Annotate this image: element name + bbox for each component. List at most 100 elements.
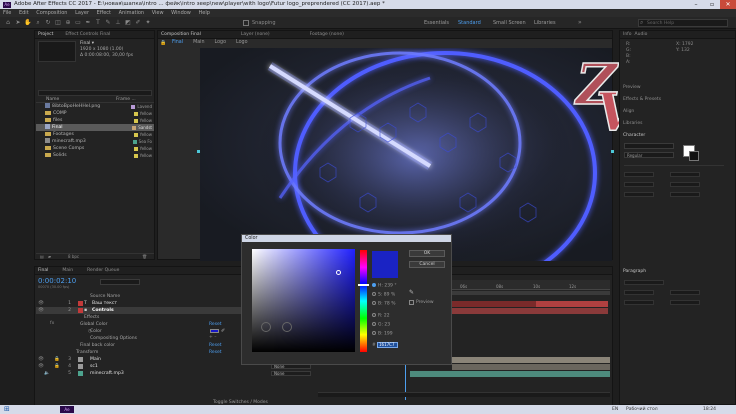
menu-effect[interactable]: Effect	[97, 10, 111, 16]
layer-label-color[interactable]	[78, 371, 83, 376]
workspace-essentials[interactable]: Essentials	[424, 19, 449, 27]
maximize-button[interactable]: ▫	[704, 0, 720, 9]
space-after-field[interactable]	[670, 300, 700, 305]
bpc-label[interactable]: 8 bpc	[68, 254, 79, 259]
hue-slider[interactable]	[360, 250, 367, 352]
red-value-row[interactable]: R: 22	[372, 313, 390, 319]
lock-icon[interactable]: 🔒	[160, 40, 166, 46]
tab-timeline-final[interactable]: Final	[35, 267, 48, 274]
stroke-color-swatch[interactable]	[689, 151, 699, 161]
tab-preview[interactable]: Preview	[620, 84, 641, 91]
composition-viewer[interactable]	[200, 48, 612, 295]
camera-tool-icon[interactable]: ◫	[54, 19, 62, 27]
stroke-type-dropdown[interactable]	[670, 192, 700, 197]
lock-icon[interactable]: 🔒	[54, 363, 60, 370]
project-item-selected[interactable]: Final Sandst	[36, 124, 154, 131]
tab-character[interactable]: Character	[620, 132, 645, 139]
hue-slider-handle[interactable]	[358, 284, 369, 286]
eyedropper-icon[interactable]: ✐	[221, 328, 225, 334]
layer-label-color[interactable]	[78, 364, 83, 369]
close-button[interactable]: ✕	[720, 0, 736, 9]
taskbar-desktop[interactable]: Рабочий стол	[626, 405, 658, 414]
zoom-tool-icon[interactable]: ⌕	[34, 19, 42, 27]
hand-tool-icon[interactable]: ✋	[24, 19, 32, 27]
fx-icon[interactable]: fx	[50, 321, 54, 326]
tab-project[interactable]: Project	[35, 31, 53, 38]
layer-name[interactable]: minecraft.mp3	[90, 370, 124, 377]
blue-value-row[interactable]: B: 199	[372, 331, 393, 337]
ok-button[interactable]: OK	[409, 250, 445, 257]
parent-dropdown[interactable]: None	[271, 371, 311, 376]
pen-tool-icon[interactable]: ✒	[84, 19, 92, 27]
taskbar-lang[interactable]: EN	[612, 405, 618, 414]
layer-label-color[interactable]	[78, 301, 83, 306]
visibility-eye-icon[interactable]: 👁	[38, 307, 44, 314]
workspace-small-screen[interactable]: Small Screen	[493, 19, 526, 27]
taskbar-after-effects[interactable]: Ae	[60, 406, 74, 413]
timeline-search-input[interactable]	[100, 279, 140, 285]
help-search-box[interactable]: Search Help	[638, 19, 728, 27]
lock-icon[interactable]: 🔒	[54, 356, 60, 363]
timeline-zoom-slider[interactable]	[318, 392, 610, 397]
rectangle-tool-icon[interactable]: ▭	[74, 19, 82, 27]
project-item[interactable]: files Yellow	[36, 117, 154, 124]
tab-effects-presets[interactable]: Effects & Presets	[620, 96, 661, 103]
add-mask-icon[interactable]: + –	[209, 335, 216, 340]
interpret-footage-icon[interactable]: ▤	[40, 254, 44, 259]
home-icon[interactable]: ⌂	[4, 19, 12, 27]
color-history-swatch[interactable]	[282, 322, 292, 332]
workspace-menu-chevron-icon[interactable]: »	[578, 19, 586, 27]
stroke-width-field[interactable]	[624, 192, 654, 197]
blue-radio[interactable]	[372, 331, 376, 335]
pan-behind-tool-icon[interactable]: ⊕	[64, 19, 72, 27]
brightness-value-row[interactable]: B: 78 %	[372, 301, 395, 307]
brightness-radio[interactable]	[372, 301, 376, 305]
start-button[interactable]: ⊞	[4, 405, 10, 414]
puppet-tool-icon[interactable]: ✦	[144, 19, 152, 27]
indent-right-field[interactable]	[670, 290, 700, 295]
breadcrumb-logo-2[interactable]: Logo	[236, 39, 248, 47]
green-value-row[interactable]: G: 23	[372, 322, 390, 328]
type-tool-icon[interactable]: T	[94, 19, 102, 27]
menu-window[interactable]: Window	[171, 10, 191, 16]
project-item[interactable]: Scene Comps Yellow	[36, 145, 154, 152]
global-color-reset[interactable]: Reset	[209, 321, 222, 328]
menu-animation[interactable]: Animation	[119, 10, 145, 16]
menu-edit[interactable]: Edit	[19, 10, 29, 16]
eraser-tool-icon[interactable]: ◩	[124, 19, 132, 27]
layer-bar-audio[interactable]	[410, 371, 610, 377]
tab-composition[interactable]: Composition Final	[158, 31, 201, 38]
stopwatch-icon[interactable]: ◷	[88, 329, 92, 334]
project-item[interactable]: minecraft.mp3 Sea Fo	[36, 138, 154, 145]
space-before-field[interactable]	[624, 300, 654, 305]
comp-name[interactable]: Final ▾	[80, 41, 94, 46]
kerning-field[interactable]	[624, 182, 654, 187]
hue-radio[interactable]	[372, 283, 376, 287]
layer-bar-text[interactable]	[452, 301, 536, 307]
leading-field[interactable]	[670, 172, 700, 177]
workspace-libraries[interactable]: Libraries	[534, 19, 556, 27]
visibility-eye-icon[interactable]: 👁	[38, 300, 44, 307]
tab-layer[interactable]: Layer (none)	[201, 31, 270, 38]
layer-name[interactable]: Ваш текст	[92, 300, 117, 307]
audio-speaker-icon[interactable]: 🔈	[44, 370, 50, 377]
visibility-eye-icon[interactable]: 👁	[38, 356, 44, 363]
comp-edge-handle-left[interactable]	[197, 150, 200, 153]
clone-stamp-tool-icon[interactable]: ⊥	[114, 19, 122, 27]
final-back-color-reset[interactable]: Reset	[209, 342, 222, 349]
tab-effect-controls[interactable]: Effect Controls Final	[53, 31, 110, 38]
hex-input[interactable]: 1617C7	[377, 342, 398, 348]
breadcrumb-main[interactable]: Main	[193, 39, 204, 47]
rotate-tool-icon[interactable]: ↻	[44, 19, 52, 27]
menu-file[interactable]: File	[3, 10, 11, 16]
menu-view[interactable]: View	[152, 10, 164, 16]
tab-paragraph[interactable]: Paragraph	[620, 268, 646, 275]
col-name[interactable]: Name	[46, 97, 59, 102]
transform-reset[interactable]: Reset	[209, 349, 222, 356]
indent-left-field[interactable]	[624, 290, 654, 295]
color-history-swatch[interactable]	[261, 322, 271, 332]
minimize-button[interactable]: –	[688, 0, 704, 9]
project-search-input[interactable]	[38, 90, 152, 96]
font-family-dropdown[interactable]	[624, 143, 674, 149]
tab-align[interactable]: Align	[620, 108, 634, 115]
